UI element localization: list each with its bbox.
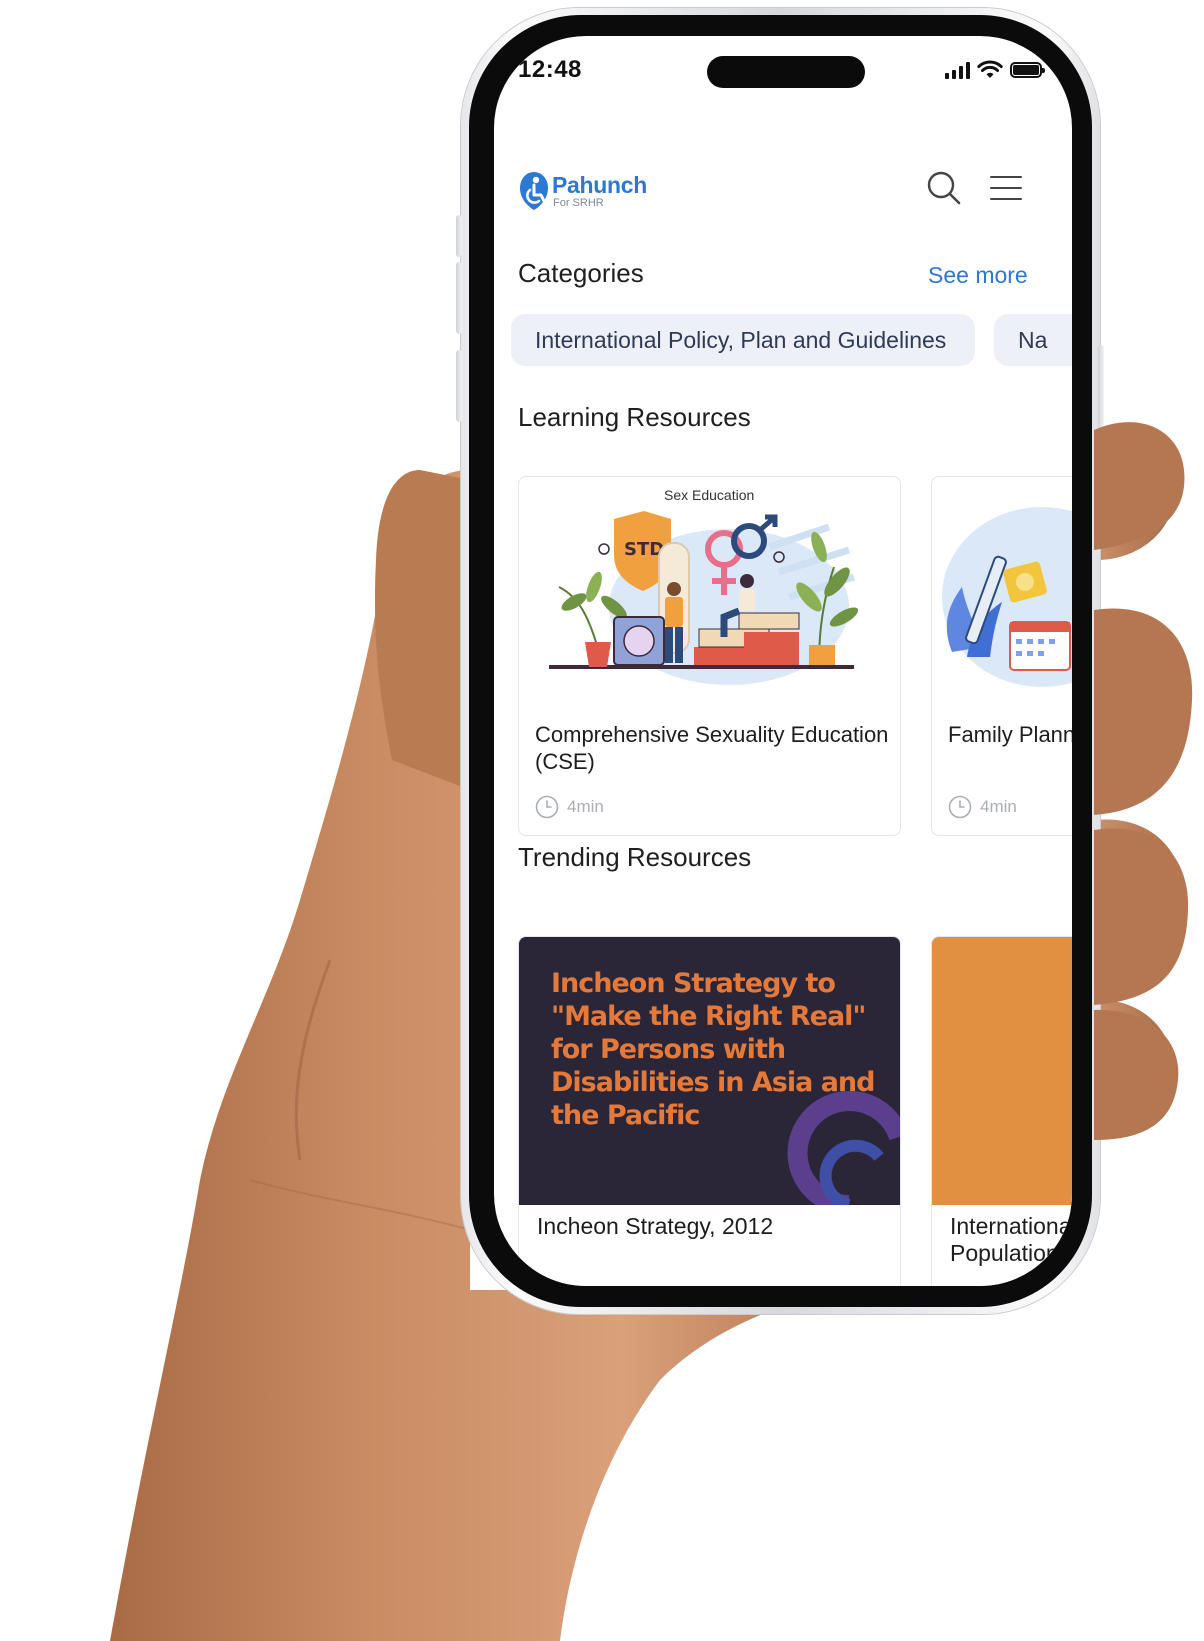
app-logo[interactable]: Pahunch For SRHR (518, 170, 647, 212)
learning-resources-title: Learning Resources (518, 402, 751, 432)
family-planning-illustration (932, 477, 1072, 697)
sex-education-illustration: Sex Education STD (519, 477, 900, 697)
read-time: 4min (535, 795, 604, 819)
status-time: 12:48 (518, 56, 582, 83)
status-icons (945, 60, 1045, 80)
trending-card-title: Incheon Strategy, 2012 (537, 1213, 774, 1239)
category-chip[interactable]: International Policy, Plan and Guideline… (511, 314, 975, 366)
learning-card-title: Comprehensive Sexuality Education (CSE) (535, 722, 889, 774)
pahunch-logo-icon (520, 172, 548, 210)
incheon-strategy-poster: Incheon Strategy to "Make the Right Real… (519, 937, 900, 1205)
phone-volume-up-button (456, 262, 462, 334)
battery-icon (1010, 62, 1045, 78)
clock-icon (948, 795, 972, 819)
learning-resource-card[interactable]: Family Planning Contraception 4min (931, 476, 1072, 836)
search-icon[interactable] (926, 170, 962, 206)
international-population-cover (932, 937, 1072, 1205)
trending-resource-card[interactable]: Incheon Strategy to "Make the Right Real… (518, 936, 901, 1286)
hamburger-menu-icon[interactable] (990, 174, 1022, 202)
read-time-label: 4min (567, 797, 604, 816)
cellular-signal-icon (945, 61, 970, 79)
app-screen: 12:48 Pahunch For SRHR Categories See mo… (494, 36, 1072, 1286)
wifi-icon (977, 60, 1003, 78)
see-more-link[interactable]: See more (928, 262, 1028, 289)
learning-card-title: Family Planning Contraception (948, 722, 1072, 747)
trending-card-title: International Population (950, 1213, 1072, 1266)
phone-side-button (456, 215, 462, 257)
read-time: 4min (948, 795, 1017, 819)
logo-subtitle: For SRHR (553, 197, 604, 209)
trending-resources-title: Trending Resources (518, 842, 752, 872)
dynamic-island (707, 56, 865, 88)
learning-resource-card[interactable]: Sex Education STD Comprehensive Sexualit… (518, 476, 901, 836)
trending-resource-card[interactable]: International Population (931, 936, 1072, 1286)
logo-name: Pahunch (552, 172, 648, 198)
clock-icon (535, 795, 559, 819)
phone-power-button (1098, 345, 1104, 495)
categories-title: Categories (518, 258, 644, 288)
phone-volume-down-button (456, 350, 462, 422)
read-time-label: 4min (980, 797, 1017, 816)
category-chip[interactable]: Na (994, 314, 1072, 366)
